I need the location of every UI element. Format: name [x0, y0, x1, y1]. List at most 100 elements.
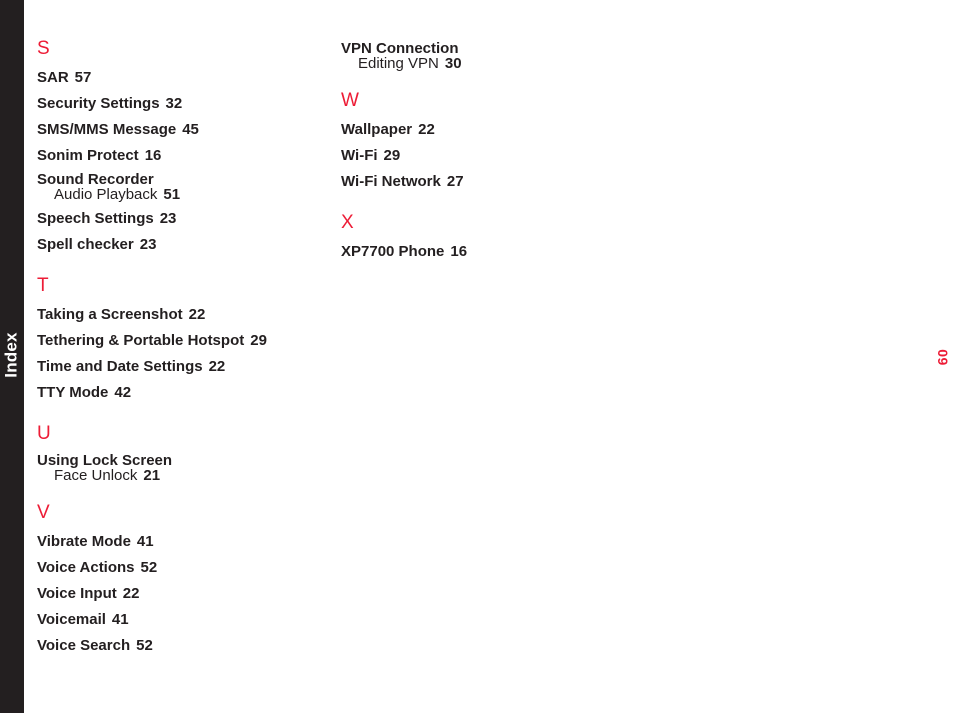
index-entry[interactable]: Spell checker 23 [37, 232, 327, 258]
index-entry[interactable]: Wi-Fi 29 [341, 143, 631, 169]
index-entry-page: 22 [122, 585, 140, 602]
index-entry-title: Voicemail [37, 611, 106, 628]
index-entry-title: Tethering & Portable Hotspot [37, 332, 245, 349]
index-entry-main[interactable]: Taking a Screenshot 22 [37, 302, 327, 328]
index-entry[interactable]: Voice Search 52 [37, 633, 327, 659]
index-letter-heading: U [37, 423, 52, 444]
index-entry[interactable]: Tethering & Portable Hotspot 29 [37, 328, 327, 354]
index-entry-page: 32 [165, 95, 183, 112]
index-entry[interactable]: Time and Date Settings 22 [37, 354, 327, 380]
index-entry-main[interactable]: Voice Actions 52 [37, 555, 327, 581]
index-entry-title: Time and Date Settings [37, 358, 203, 375]
index-entry-title: Wi-Fi [341, 147, 378, 164]
index-entry[interactable]: VPN Connection Editing VPN 30 [341, 38, 631, 73]
index-body: S SAR 57 Security Settings 32 SMS/MMS Message… [0, 0, 968, 713]
index-entry-page: 16 [450, 243, 468, 260]
index-entry[interactable]: Sound Recorder Audio Playback 51 [37, 169, 327, 204]
index-entry-main[interactable]: Wi-Fi Network 27 [341, 169, 631, 195]
index-entry-page: 52 [136, 637, 153, 654]
index-entry[interactable]: SMS/MMS Message 45 [37, 117, 327, 143]
index-entry-page: 22 [418, 121, 435, 138]
index-entry[interactable]: Wi-Fi Network 27 [341, 169, 631, 195]
index-entry-page: 41 [136, 533, 154, 550]
index-entry-main[interactable]: SAR 57 [37, 65, 327, 91]
index-letter-heading: S [37, 38, 50, 59]
index-letter-heading: T [37, 275, 49, 296]
index-entry-page: 41 [111, 611, 129, 628]
index-entry-page: 23 [139, 236, 157, 253]
index-entry[interactable]: Security Settings 32 [37, 91, 327, 117]
index-entry-page: 16 [144, 147, 162, 164]
index-column-left: S SAR 57 Security Settings 32 SMS/MMS Message… [37, 38, 327, 659]
index-entry-page: 57 [74, 69, 92, 86]
index-entry-main[interactable]: Sonim Protect 16 [37, 143, 327, 169]
index-entry-main[interactable]: Wi-Fi 29 [341, 143, 631, 169]
index-section-t: T Taking a Screenshot 22 Tethering & Portab… [37, 275, 327, 406]
index-entry-page: 29 [383, 147, 401, 164]
index-subentry-title: Editing VPN [358, 55, 439, 72]
index-subentry-title: Face Unlock [54, 467, 138, 484]
index-entry[interactable]: Voice Actions 52 [37, 555, 327, 581]
index-subentry[interactable]: Editing VPN 30 [341, 54, 631, 73]
index-entry-main[interactable]: Voicemail 41 [37, 607, 327, 633]
index-letter-heading: W [341, 90, 360, 111]
index-entry-page: 42 [114, 384, 132, 401]
index-entry[interactable]: Taking a Screenshot 22 [37, 302, 327, 328]
index-entry[interactable]: XP7700 Phone 16 [341, 239, 631, 265]
index-column-right: VPN Connection Editing VPN 30 W Wallpaper 22 W… [341, 38, 631, 265]
index-subentry[interactable]: Face Unlock 21 [37, 466, 327, 485]
index-entry[interactable]: SAR 57 [37, 65, 327, 91]
index-section-x: X XP7700 Phone 16 [341, 212, 631, 265]
index-entry[interactable]: Vibrate Mode 41 [37, 529, 327, 555]
index-subentry-page: 30 [444, 55, 462, 72]
index-entry-title: SMS/MMS Message [37, 121, 177, 138]
index-subentry-page: 51 [163, 186, 181, 203]
index-entry-title: Spell checker [37, 236, 134, 253]
index-section-continued: VPN Connection Editing VPN 30 [341, 38, 631, 73]
index-section-v: V Vibrate Mode 41 Voice Actions 52 Voice Inpu… [37, 502, 327, 659]
index-entry[interactable]: Speech Settings 23 [37, 206, 327, 232]
index-entry-title: Voice Search [37, 637, 131, 654]
index-entry-page: 23 [159, 210, 177, 227]
index-entry-main[interactable]: Spell checker 23 [37, 232, 327, 258]
index-entry-title: Taking a Screenshot [37, 306, 183, 323]
index-subentry[interactable]: Audio Playback 51 [37, 185, 327, 204]
index-entry-title: Wi-Fi Network [341, 173, 441, 190]
index-entry-title: Voice Actions [37, 559, 135, 576]
index-entry-title: Voice Input [37, 585, 117, 602]
index-entry-page: 27 [446, 173, 464, 190]
index-letter-heading: V [37, 502, 50, 523]
index-entry-main[interactable]: Speech Settings 23 [37, 206, 327, 232]
index-entry[interactable]: TTY Mode 42 [37, 380, 327, 406]
index-entry-main[interactable]: Voice Search 52 [37, 633, 327, 659]
index-entry-main[interactable]: TTY Mode 42 [37, 380, 327, 406]
index-entry-main[interactable]: Wallpaper 22 [341, 117, 631, 143]
index-entry-main[interactable]: SMS/MMS Message 45 [37, 117, 327, 143]
index-section-s: S SAR 57 Security Settings 32 SMS/MMS Message… [37, 38, 327, 258]
index-entry-title: XP7700 Phone [341, 243, 445, 260]
index-entry-title: Speech Settings [37, 210, 154, 227]
index-entry-title: TTY Mode [37, 384, 109, 401]
index-subentry-title: Audio Playback [54, 186, 158, 203]
index-entry-page: 22 [208, 358, 226, 375]
index-entry-main[interactable]: Time and Date Settings 22 [37, 354, 327, 380]
index-entry-title: Security Settings [37, 95, 160, 112]
index-entry[interactable]: Using Lock Screen Face Unlock 21 [37, 450, 327, 485]
index-entry-main[interactable]: Vibrate Mode 41 [37, 529, 327, 555]
index-entry-page: 45 [182, 121, 199, 138]
index-entry-main[interactable]: Voice Input 22 [37, 581, 327, 607]
index-section-u: U Using Lock Screen Face Unlock 21 [37, 423, 327, 485]
index-subentry-page: 21 [143, 467, 161, 484]
index-entry[interactable]: Wallpaper 22 [341, 117, 631, 143]
index-entry-title: Sonim Protect [37, 147, 139, 164]
index-entry-main[interactable]: XP7700 Phone 16 [341, 239, 631, 265]
index-entry-title: Vibrate Mode [37, 533, 131, 550]
index-letter-heading: X [341, 212, 354, 233]
index-entry-main[interactable]: Security Settings 32 [37, 91, 327, 117]
index-entry[interactable]: Voicemail 41 [37, 607, 327, 633]
index-entry-page: 22 [188, 306, 206, 323]
index-entry-page: 29 [250, 332, 267, 349]
index-entry[interactable]: Sonim Protect 16 [37, 143, 327, 169]
index-entry-main[interactable]: Tethering & Portable Hotspot 29 [37, 328, 327, 354]
index-entry[interactable]: Voice Input 22 [37, 581, 327, 607]
